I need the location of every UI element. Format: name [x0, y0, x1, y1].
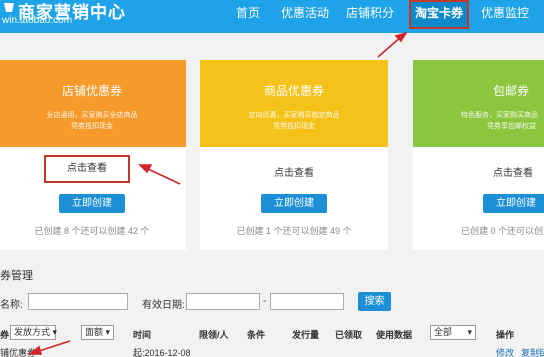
created-count-status: 已创建 8 个还可以创建 42 个 [34, 226, 150, 236]
select-value: 发放方式 [14, 327, 51, 337]
denomination-select[interactable]: 面额 ▾ [81, 325, 114, 340]
issue-method-select[interactable]: 发放方式 ▾ [10, 325, 58, 340]
coupon-table-header: 券 发放方式 ▾ 面额 ▾ 时间 限领/人 条件 发行量 已领取 使用数据 全部… [0, 325, 544, 343]
create-now-button[interactable]: 立即创建 [59, 194, 125, 213]
chevron-down-icon: ▾ [467, 327, 472, 337]
free-shipping-header: 包邮券 特色服务，买家购买商品 凭券享包邮权益 [413, 60, 544, 147]
valid-date-label: 有效日期: [142, 300, 185, 311]
view-link[interactable]: 点击查看 [493, 164, 544, 179]
coupon-name: 铺优惠券 [0, 348, 37, 357]
logo-url: win.taobao.com [2, 15, 73, 26]
copy-link[interactable]: 复制链 [521, 346, 544, 357]
start-date-input[interactable] [186, 293, 260, 310]
view-link[interactable]: 点击查看 [44, 155, 130, 183]
select-value: 面额 [85, 327, 104, 337]
coupon-time: 起:2016-12-08 [133, 348, 191, 357]
card-description-line: 凭券抵扣现金 [273, 123, 315, 130]
col-usage-data: 使用数据 [376, 330, 413, 340]
arrow-line [377, 35, 403, 58]
table-row: 铺优惠券 起:2016-12-08 修改 复制链 [0, 344, 544, 357]
card-description-line: 全店通用，买家购买全店商品 [46, 112, 138, 119]
store-coupon-card: 店铺优惠券 全店通用，买家购买全店商品 凭券抵扣现金 点击查看 立即创建 已创建… [0, 60, 186, 250]
col-condition: 条件 [247, 330, 266, 340]
card-title: 包邮券 [493, 84, 530, 98]
top-header: 商家营销中心 win.taobao.com 首页 优惠活动 店铺积分 淘宝卡券 … [0, 0, 544, 33]
store-coupon-header: 店铺优惠券 全店通用，买家购买全店商品 凭券抵扣现金 [0, 60, 186, 147]
nav-promotions[interactable]: 优惠活动 [281, 0, 329, 33]
select-value: 全部 [434, 327, 453, 337]
card-title: 店铺优惠券 [61, 84, 122, 98]
card-description: 定向优惠，买家购买指定商品 凭券抵扣现金 [200, 110, 388, 132]
logo-icon [4, 3, 14, 12]
card-title: 商品优惠券 [263, 84, 324, 98]
nav-home[interactable]: 首页 [236, 0, 260, 33]
name-label: 名称: [0, 300, 23, 311]
chevron-down-icon: ▾ [105, 327, 111, 337]
card-description-line: 凭券抵扣现金 [71, 123, 113, 130]
col-action: 操作 [496, 330, 515, 340]
coupon-management-title: 券管理 [0, 270, 33, 282]
col-issued: 发行量 [292, 330, 320, 340]
nav-store-points[interactable]: 店铺积分 [346, 0, 394, 33]
card-description-line: 定向优惠，买家购买指定商品 [248, 112, 340, 119]
create-now-button[interactable]: 立即创建 [483, 194, 544, 213]
col-coupon-type: 券 [0, 330, 10, 340]
card-description: 特色服务，买家购买商品 凭券享包邮权益 [461, 110, 544, 132]
date-range-separator: - [263, 296, 267, 307]
card-description: 全店通用，买家购买全店商品 凭券抵扣现金 [0, 110, 186, 132]
created-count-status: 已创建 0 个还可以创建 [461, 226, 544, 236]
card-description-line: 凭券享包邮权益 [487, 123, 536, 130]
nav-promo-monitor[interactable]: 优惠监控 [481, 0, 529, 33]
edit-link[interactable]: 修改 [496, 346, 514, 357]
col-time: 时间 [133, 330, 152, 340]
product-coupon-card: 商品优惠券 定向优惠，买家购买指定商品 凭券抵扣现金 点击查看 立即创建 已创建… [200, 60, 388, 250]
search-button[interactable]: 搜索 [358, 292, 391, 311]
name-input[interactable] [28, 293, 128, 310]
nav-coupons[interactable]: 淘宝卡券 [409, 0, 470, 29]
product-coupon-header: 商品优惠券 定向优惠，买家购买指定商品 凭券抵扣现金 [200, 60, 388, 147]
end-date-input[interactable] [270, 293, 344, 310]
card-description-line: 特色服务，买家购买商品 [461, 112, 538, 119]
status-select[interactable]: 全部 ▾ [430, 325, 476, 340]
free-shipping-coupon-card: 包邮券 特色服务，买家购买商品 凭券享包邮权益 点击查看 立即创建 已创建 0 … [413, 60, 544, 250]
created-count-status: 已创建 1 个还可以创建 49 个 [236, 226, 352, 236]
col-limit-per-person: 限领/人 [199, 330, 229, 340]
create-now-button[interactable]: 立即创建 [261, 194, 327, 213]
arrow-head [394, 31, 408, 43]
view-link[interactable]: 点击查看 [200, 164, 388, 179]
col-received: 已领取 [335, 330, 363, 340]
chevron-down-icon: ▾ [52, 327, 58, 337]
